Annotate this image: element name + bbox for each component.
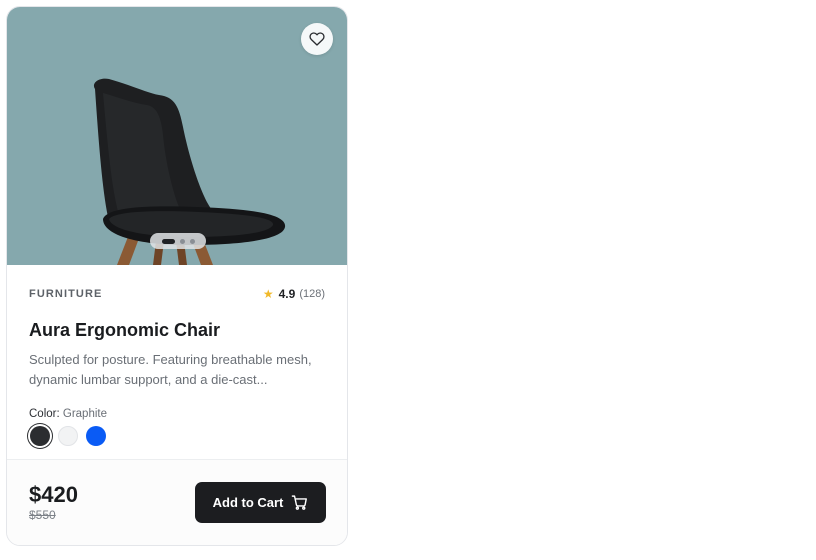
gallery-dot-1[interactable] [161, 238, 175, 244]
original-price: $550 [29, 508, 56, 522]
current-price: $420 [29, 482, 78, 507]
product-rating: ★ 4.9 (128) [263, 287, 325, 301]
product-card: FURNITURE ★ 4.9 (128) Aura Ergonomic Cha… [6, 6, 348, 546]
star-icon: ★ [262, 287, 274, 301]
product-image-gallery[interactable] [7, 7, 347, 265]
product-title[interactable]: Aura Ergonomic Chair [29, 319, 325, 341]
card-footer: $420 $550 Add to Cart [7, 459, 347, 545]
product-category: FURNITURE [29, 288, 103, 300]
gallery-dot-3[interactable] [189, 238, 195, 244]
swatch-blue[interactable] [86, 426, 106, 446]
color-value: Graphite [62, 408, 107, 420]
add-to-cart-label: Add to Cart [212, 495, 284, 510]
gallery-pagination [150, 233, 206, 249]
add-to-cart-button[interactable]: Add to Cart [195, 482, 326, 523]
cart-icon [292, 495, 308, 510]
heart-icon [309, 32, 325, 46]
meta-row: FURNITURE ★ 4.9 (128) [29, 287, 325, 301]
color-selector: Color: Graphite [29, 408, 325, 420]
swatch-graphite[interactable] [30, 426, 50, 446]
gallery-dot-2[interactable] [179, 238, 185, 244]
review-count: (128) [299, 288, 325, 300]
product-description: Sculpted for posture. Featuring breathab… [29, 352, 312, 387]
product-details: FURNITURE ★ 4.9 (128) Aura Ergonomic Cha… [7, 287, 347, 446]
favorite-button[interactable] [301, 23, 333, 55]
color-swatches [29, 426, 325, 446]
product-image [93, 78, 286, 265]
color-label: Color: [29, 408, 60, 420]
rating-value: 4.9 [278, 287, 296, 301]
swatch-white[interactable] [58, 426, 78, 446]
